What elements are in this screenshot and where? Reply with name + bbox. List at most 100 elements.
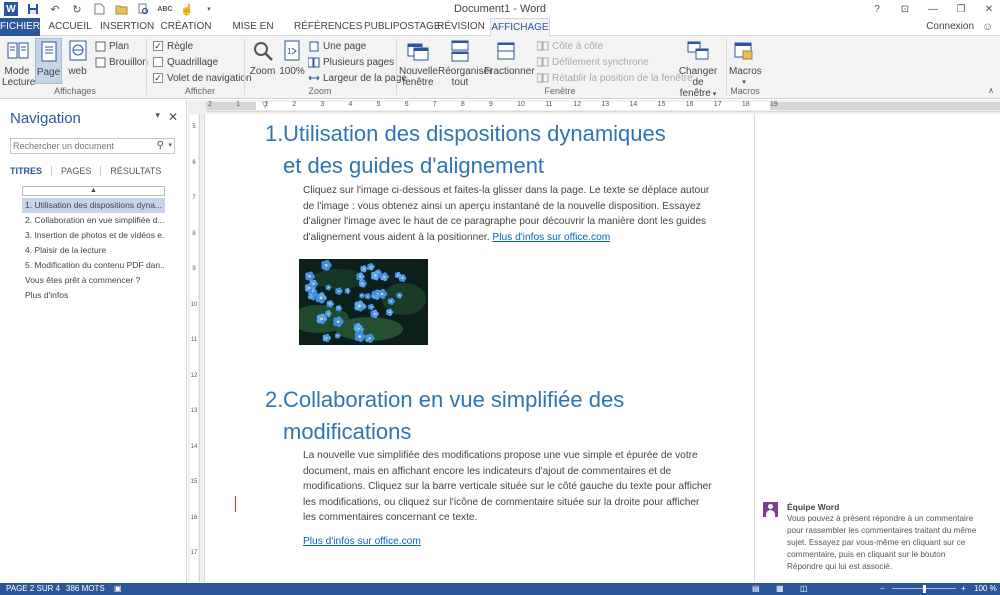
document-page[interactable]: 1. Utilisation des dispositions dynamiqu… [204, 114, 755, 582]
undo-icon[interactable]: ↶ [47, 2, 63, 16]
save-icon[interactable] [25, 2, 41, 16]
plusieurs-pages-button[interactable]: Plusieurs pages [308, 55, 394, 69]
search-icon[interactable]: ⚲ [157, 140, 164, 151]
une-page-button[interactable]: Une page [308, 39, 366, 53]
forget-me-not-flowers-image [299, 259, 428, 345]
tab-revision[interactable]: RÉVISION [436, 18, 486, 36]
group-separator [396, 39, 397, 95]
close-button[interactable]: ✕ [978, 0, 1000, 18]
reorganiser-tout-button[interactable]: Réorganiser tout [438, 38, 492, 88]
tab-publipostage[interactable]: PUBLIPOSTAGE [364, 18, 441, 36]
tab-titres[interactable]: TITRES [10, 166, 42, 176]
tab-fichier[interactable]: FICHIER [0, 18, 40, 36]
help-button[interactable]: ? [866, 0, 888, 18]
navigation-search-input[interactable] [11, 139, 141, 153]
touch-mode-icon[interactable]: ☝ [179, 2, 195, 16]
tab-accueil[interactable]: ACCUEIL [45, 18, 95, 36]
word-count[interactable]: 386 MOTS [66, 584, 105, 593]
change-bar-marker[interactable] [235, 496, 236, 512]
search-options-chevron-icon[interactable]: ▾ [168, 141, 172, 149]
ruler-tick-label: 12 [573, 101, 582, 108]
macros-button[interactable]: Macros ▾ [729, 38, 762, 88]
nouvelle-fenetre-button[interactable]: Nouvelle fenêtre [399, 38, 438, 88]
office-link[interactable]: Plus d'infos sur office.com [492, 232, 610, 243]
page-count[interactable]: PAGE 2 SUR 4 [6, 584, 60, 593]
zoom-100-button[interactable]: 1 100% [279, 38, 305, 77]
regle-checkbox[interactable]: ✓ Règle [153, 39, 193, 53]
plan-button[interactable]: Plan [94, 39, 129, 53]
print-preview-icon[interactable] [135, 2, 151, 16]
pane-options-icon[interactable]: ▾ [155, 110, 160, 124]
list-item[interactable]: 5. Modification du contenu PDF dan... [22, 258, 165, 273]
volet-navigation-checkbox[interactable]: ✓ Volet de navigation [153, 71, 252, 85]
tab-pages[interactable]: PAGES [61, 166, 91, 176]
ruler-margin-left [206, 102, 256, 110]
zoom-slider-thumb[interactable] [922, 585, 926, 593]
indent-marker-icon[interactable]: ▽ [262, 100, 268, 109]
list-item[interactable]: 4. Plaisir de la lecture [22, 243, 165, 258]
tab-affichage[interactable]: AFFICHAGE [490, 18, 550, 37]
sign-in-link[interactable]: Connexion [926, 18, 974, 36]
ruler-tick-label: 11 [190, 337, 198, 343]
list-item[interactable]: 2. Collaboration en vue simplifiée d... [22, 213, 165, 228]
defilement-synchrone-button[interactable]: Défilement synchrone [537, 55, 649, 69]
feedback-smiley-icon[interactable]: ☺ [982, 21, 994, 33]
customize-qat-icon[interactable]: ▾ [201, 2, 217, 16]
ribbon-tab-bar: FICHIER ACCUEIL INSERTION CRÉATION MISE … [0, 18, 1000, 50]
collapse-ribbon-icon[interactable]: ∧ [988, 86, 994, 95]
proofing-icon[interactable]: ▣ [114, 584, 122, 593]
zoom-in-icon[interactable]: + [961, 584, 966, 593]
list-item[interactable]: 3. Insertion de photos et de vidéos e... [22, 228, 165, 243]
changer-fenetre-button[interactable]: Changer de fenêtre ▾ [674, 38, 722, 100]
heading-number: 2. [265, 387, 284, 412]
group-separator [146, 39, 147, 95]
navigation-search-box[interactable]: ⚲ ▾ [10, 138, 175, 154]
largeur-page-button[interactable]: Largeur de la page [308, 71, 407, 85]
cote-a-cote-button[interactable]: Côte à côte [537, 39, 603, 53]
restore-button[interactable]: ❐ [950, 0, 972, 18]
quadrillage-checkbox[interactable]: Quadrillage [153, 55, 218, 69]
new-document-icon[interactable] [91, 2, 107, 16]
spelling-icon[interactable]: ABC [157, 2, 173, 16]
collapse-headings-icon[interactable]: ▲ [22, 186, 165, 196]
tab-references[interactable]: RÉFÉRENCES [294, 18, 362, 36]
tab-resultats[interactable]: RÉSULTATS [110, 166, 161, 176]
brouillon-button[interactable]: Brouillon [94, 55, 148, 69]
mode-lecture-button[interactable]: Mode Lecture [2, 38, 35, 88]
web-layout-button[interactable]: web [64, 38, 91, 77]
close-pane-icon[interactable]: ✕ [168, 110, 178, 124]
list-item[interactable]: 1. Utilisation des dispositions dyna... [22, 198, 165, 213]
ribbon-display-options-icon[interactable]: ⊡ [894, 0, 916, 18]
web-layout-view-icon[interactable]: ◫ [800, 584, 808, 593]
tab-mise-en-page[interactable]: MISE EN PAGE [222, 18, 284, 50]
zoom-out-icon[interactable]: − [880, 584, 885, 593]
paragraph-1[interactable]: Cliquez sur l'image ci-dessous et faites… [303, 183, 715, 245]
heading-1[interactable]: 1. Utilisation des dispositions dynamiqu… [265, 118, 735, 182]
vertical-ruler[interactable]: 5 6 7 8 9 10 11 12 13 14 15 16 17 [188, 114, 200, 582]
fractionner-button[interactable]: Fractionner [484, 38, 535, 77]
horizontal-ruler[interactable]: 2 1 1 2 3 4 5 6 7 8 9 10 11 12 13 14 15 16 17 18 19 ▽ [206, 100, 1000, 112]
list-item[interactable]: Plus d'infos [22, 288, 165, 303]
zoom-level[interactable]: 100 % [974, 584, 997, 593]
print-layout-view-icon[interactable]: ▦ [776, 584, 784, 593]
plusieurs-label: Plusieurs pages [323, 56, 395, 68]
list-item[interactable]: Vous êtes prêt à commencer ? [22, 273, 165, 288]
flowers-photo[interactable] [299, 259, 428, 345]
heading-2[interactable]: 2. Collaboration en vue simplifiée des m… [265, 384, 735, 448]
zoom-button[interactable]: Zoom [249, 38, 276, 77]
retablir-position-button[interactable]: Rétablir la position de la fenêtre [537, 71, 693, 85]
open-folder-icon[interactable] [113, 2, 129, 16]
paragraph-2[interactable]: La nouvelle vue simplifiée des modificat… [303, 448, 715, 526]
minimize-button[interactable]: — [922, 0, 944, 18]
status-bar: PAGE 2 SUR 4 386 MOTS ▣ ▤ ▦ ◫ − + 100 % [0, 583, 1000, 595]
avatar [763, 502, 778, 517]
redo-icon[interactable]: ↻ [69, 2, 85, 16]
page-layout-button[interactable]: Page [35, 38, 62, 84]
tab-insertion[interactable]: INSERTION [100, 18, 154, 36]
office-link[interactable]: Plus d'infos sur office.com [303, 536, 421, 547]
read-mode-view-icon[interactable]: ▤ [752, 584, 760, 593]
nouvelle-label: Nouvelle [399, 66, 438, 77]
regle-label: Règle [167, 40, 194, 52]
tab-creation[interactable]: CRÉATION [160, 18, 212, 36]
word-app-icon[interactable]: W [3, 2, 19, 16]
